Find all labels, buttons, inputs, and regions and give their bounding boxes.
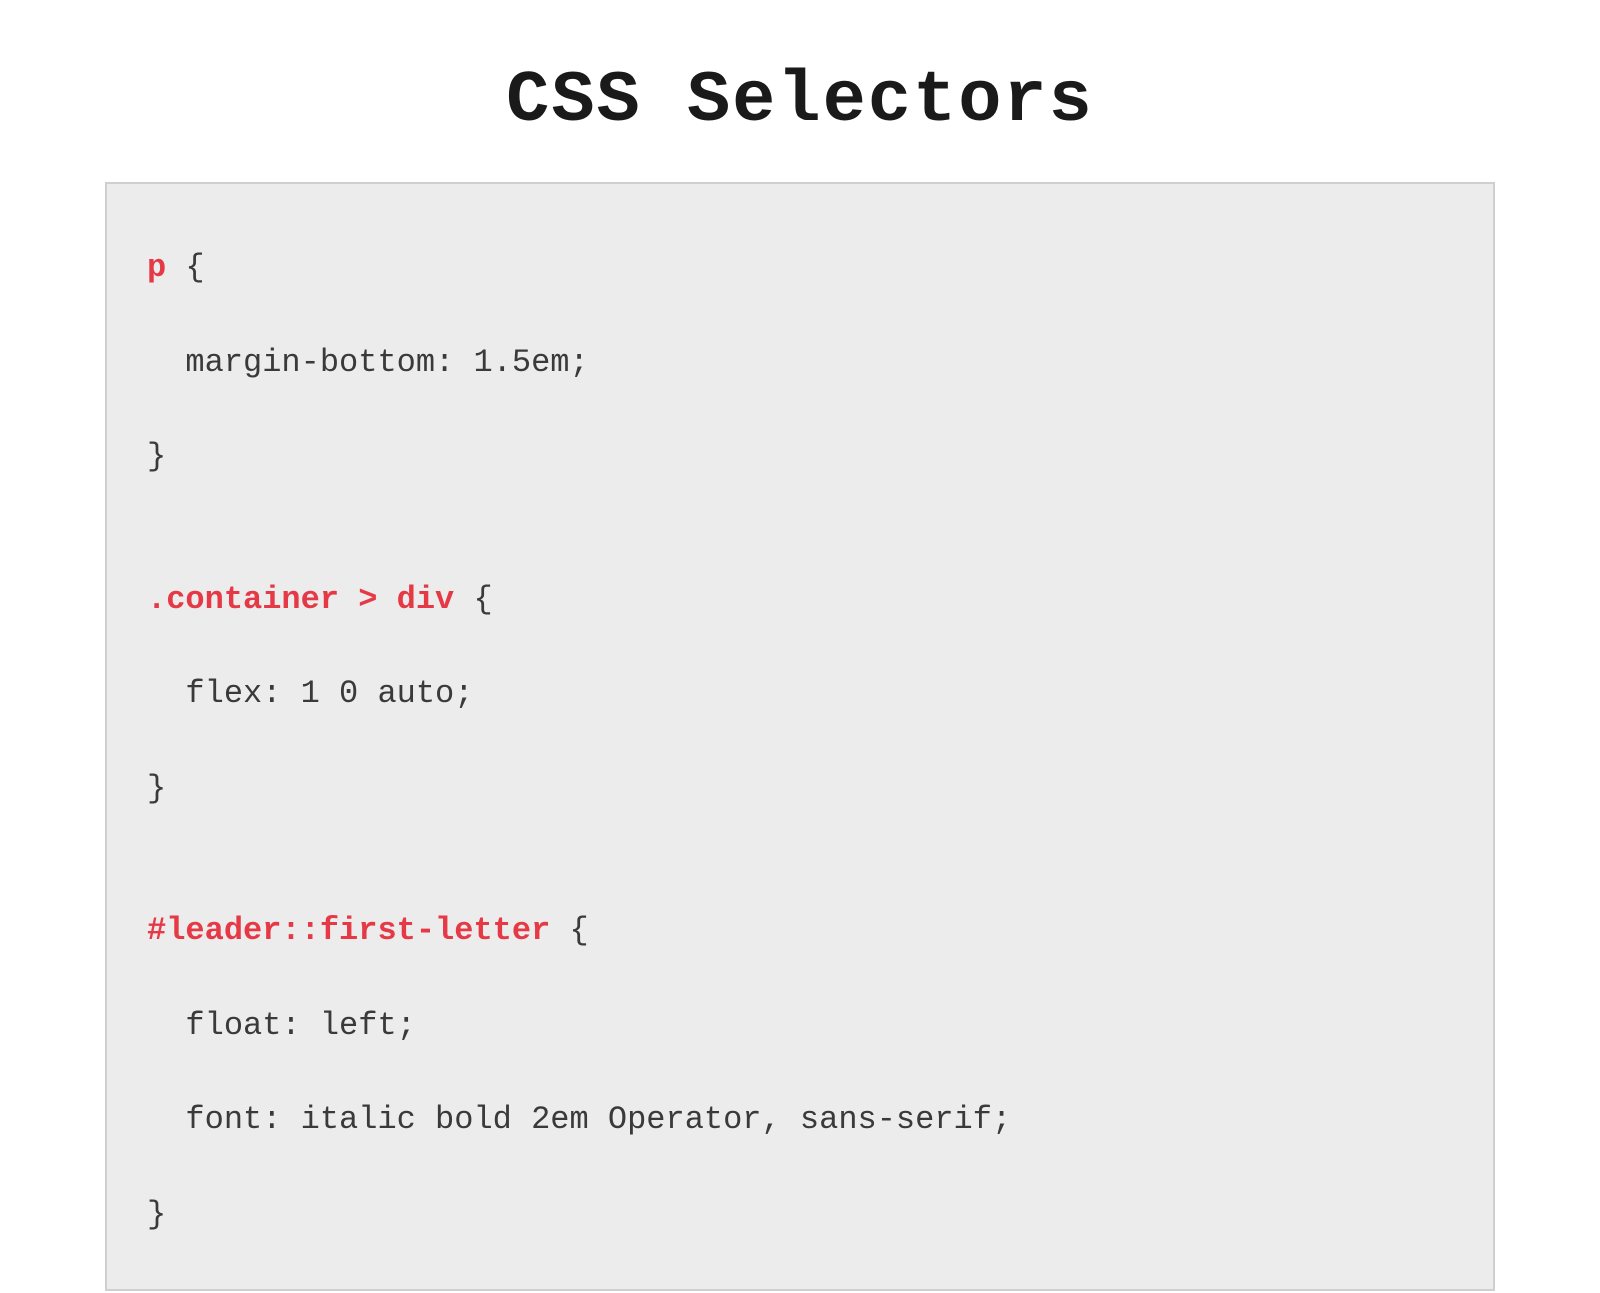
brace-close-1: } — [147, 433, 1453, 480]
declaration-3-0: float: left; — [147, 1002, 1453, 1049]
declaration-2-0: flex: 1 0 auto; — [147, 670, 1453, 717]
code-block: p { margin-bottom: 1.5em; } .container >… — [105, 182, 1495, 1291]
declaration-3-1: font: italic bold 2em Operator, sans-ser… — [147, 1096, 1453, 1143]
slide-title: CSS Selectors — [506, 60, 1094, 142]
slide: CSS Selectors p { margin-bottom: 1.5em; … — [0, 0, 1600, 900]
code-content: p { margin-bottom: 1.5em; } .container >… — [147, 244, 1453, 1239]
brace-close-2: } — [147, 765, 1453, 812]
brace-open-3: { — [550, 912, 588, 949]
brace-close-3: } — [147, 1191, 1453, 1238]
brace-open-1: { — [166, 249, 204, 286]
selector-2: .container > div — [147, 581, 454, 618]
selector-1: p — [147, 249, 166, 286]
selector-3: #leader::first-letter — [147, 912, 550, 949]
declaration-1-0: margin-bottom: 1.5em; — [147, 339, 1453, 386]
brace-open-2: { — [454, 581, 492, 618]
